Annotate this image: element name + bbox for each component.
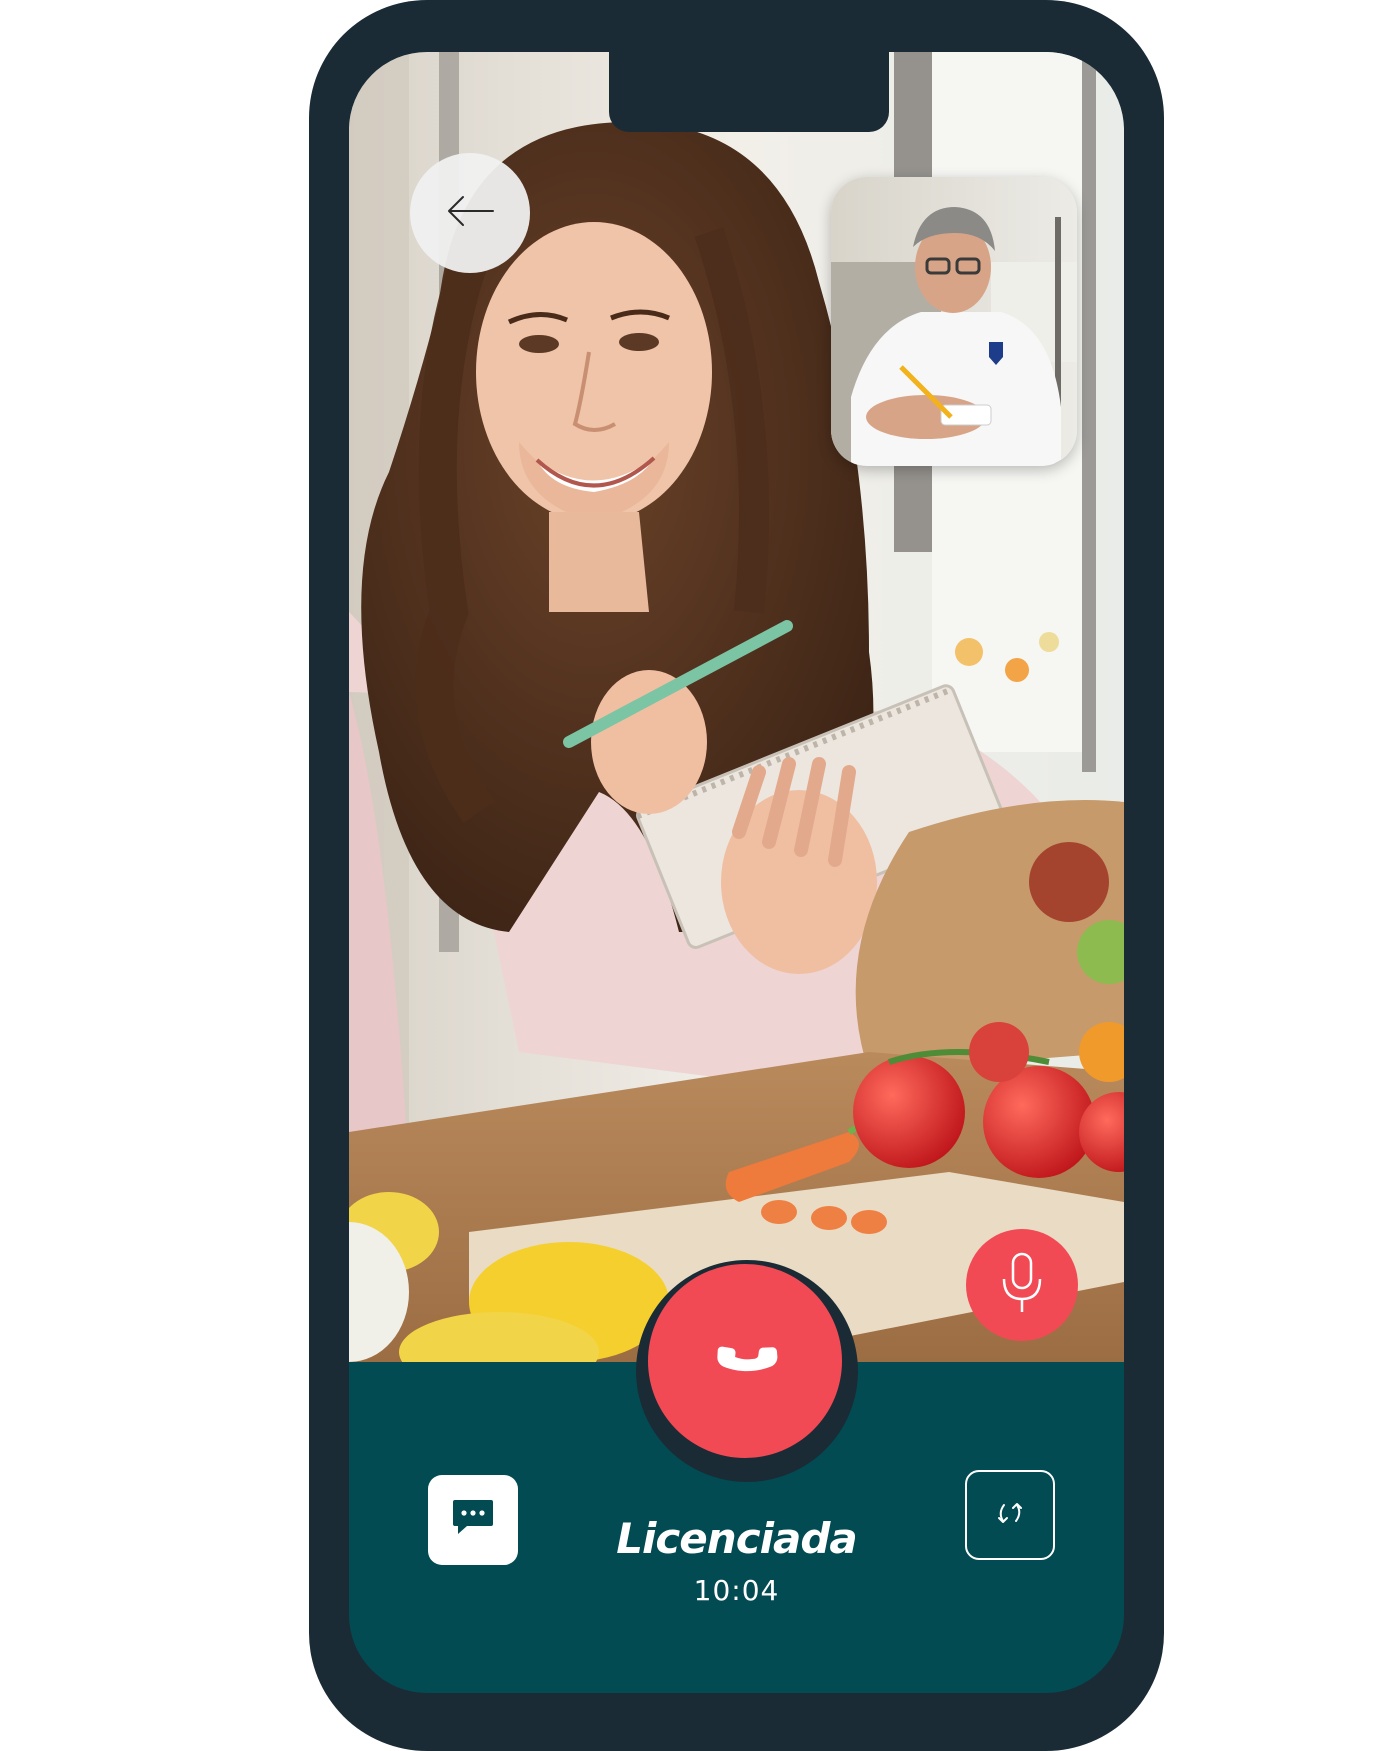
microphone-icon xyxy=(1000,1251,1044,1320)
call-timer: 10:04 xyxy=(693,1574,780,1607)
camera-switch-icon xyxy=(990,1493,1030,1538)
phone-hangup-icon xyxy=(710,1324,780,1399)
switch-camera-button[interactable] xyxy=(965,1470,1055,1560)
phone-notch xyxy=(609,52,889,132)
mute-microphone-button[interactable] xyxy=(966,1229,1078,1341)
phone-frame: Licenciada 10:04 xyxy=(309,0,1164,1751)
arrow-left-icon xyxy=(445,194,495,233)
back-button[interactable] xyxy=(410,153,530,273)
call-screen: Licenciada 10:04 xyxy=(349,52,1124,1693)
local-video-preview[interactable] xyxy=(831,177,1077,466)
end-call-button[interactable] xyxy=(648,1264,842,1458)
